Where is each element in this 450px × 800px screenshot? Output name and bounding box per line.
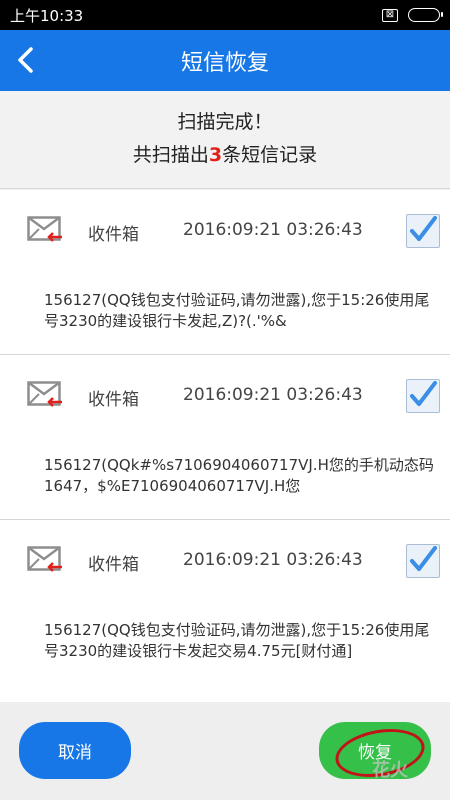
status-time: 上午10:33 bbox=[10, 6, 84, 25]
message-item[interactable]: 收件箱 2016:09:21 03:26:43 156127(QQ钱包支付验证码… bbox=[0, 520, 450, 702]
scan-count-number: 3 bbox=[208, 144, 223, 166]
checkmark-icon bbox=[410, 216, 437, 241]
message-body: 156127(QQk#%s7106904060717VJ.H您的手机动态码164… bbox=[44, 456, 434, 495]
message-checkbox[interactable] bbox=[406, 544, 440, 578]
scan-count-prefix: 共扫描出 bbox=[132, 144, 209, 166]
message-datetime: 2016:09:21 03:26:43 bbox=[183, 385, 363, 405]
scan-complete-title: 扫描完成！ bbox=[177, 111, 273, 133]
scan-count-text: 共扫描出3条短信记录 bbox=[0, 140, 450, 167]
message-checkbox[interactable] bbox=[406, 379, 440, 413]
page-title: 短信恢复 bbox=[180, 50, 269, 76]
checkmark-icon bbox=[410, 546, 437, 571]
message-folder: 收件箱 bbox=[88, 555, 139, 575]
back-button[interactable] bbox=[8, 42, 44, 78]
status-icons: ⊠ bbox=[382, 8, 443, 22]
message-item[interactable]: 收件箱 2016:09:21 03:26:43 156127(QQk#%s710… bbox=[0, 355, 450, 520]
title-bar: 短信恢复 bbox=[0, 30, 450, 91]
cancel-button[interactable]: 取消 bbox=[19, 722, 131, 779]
status-bar: 上午10:33 ⊠ bbox=[0, 0, 450, 30]
no-sim-icon: ⊠ bbox=[382, 8, 398, 22]
watermark: 花火 bbox=[372, 760, 408, 781]
envelope-icon bbox=[27, 216, 62, 242]
action-bar: 取消 恢复 花火 bbox=[0, 702, 450, 800]
message-folder: 收件箱 bbox=[88, 390, 139, 410]
message-datetime: 2016:09:21 03:26:43 bbox=[183, 220, 363, 240]
message-folder: 收件箱 bbox=[88, 225, 139, 245]
scan-count-suffix: 条短信记录 bbox=[222, 144, 318, 166]
envelope-icon bbox=[27, 381, 62, 407]
scan-summary: 扫描完成！ 共扫描出3条短信记录 bbox=[0, 91, 450, 189]
message-body: 156127(QQ钱包支付验证码,请勿泄露),您于15:26使用尾号3230的建… bbox=[44, 291, 430, 330]
chevron-left-icon bbox=[18, 47, 33, 73]
message-checkbox[interactable] bbox=[406, 214, 440, 248]
message-item[interactable]: 收件箱 2016:09:21 03:26:43 156127(QQ钱包支付验证码… bbox=[0, 190, 450, 355]
envelope-icon bbox=[27, 546, 62, 572]
battery-icon bbox=[408, 8, 443, 22]
message-datetime: 2016:09:21 03:26:43 bbox=[183, 550, 363, 570]
message-list: 收件箱 2016:09:21 03:26:43 156127(QQ钱包支付验证码… bbox=[0, 190, 450, 702]
message-body: 156127(QQ钱包支付验证码,请勿泄露),您于15:26使用尾号3230的建… bbox=[44, 621, 430, 660]
checkmark-icon bbox=[410, 381, 437, 406]
